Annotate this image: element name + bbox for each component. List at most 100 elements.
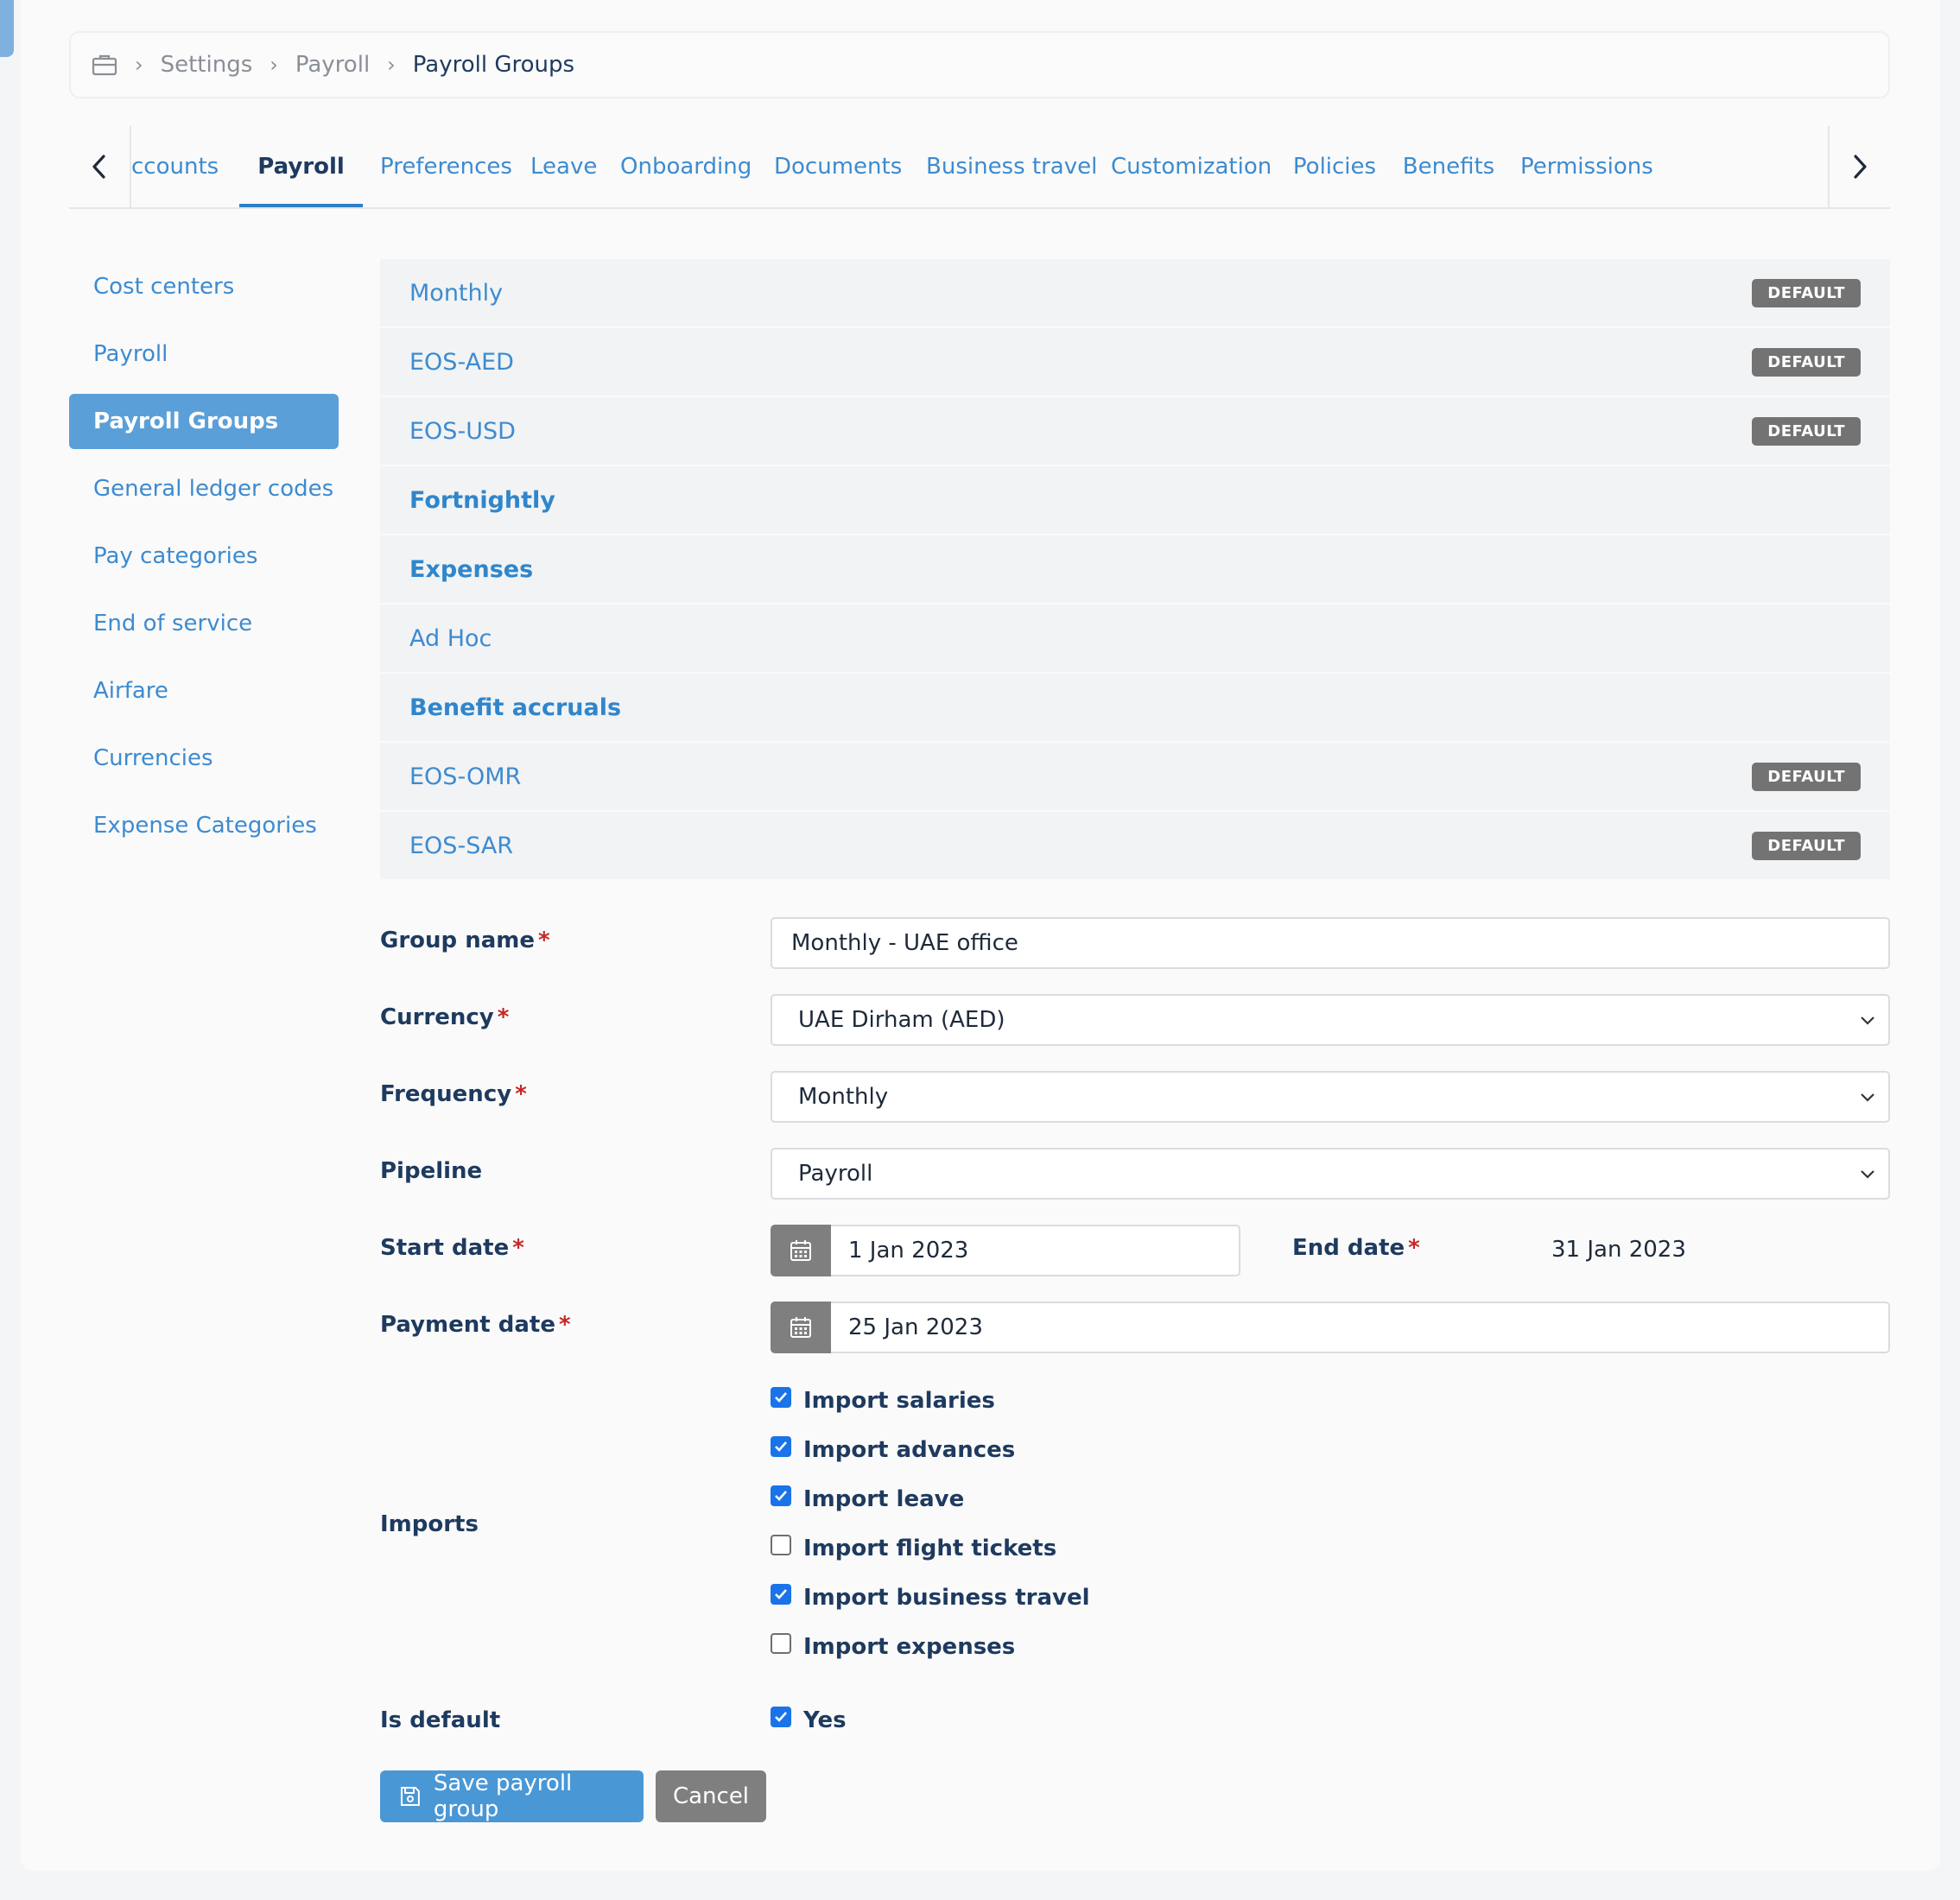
list-item[interactable]: EOS-OMR DEFAULT — [380, 743, 1890, 810]
list-item[interactable]: Monthly DEFAULT — [380, 259, 1890, 326]
import-flight-tickets-checkbox[interactable]: Import flight tickets — [771, 1535, 1056, 1561]
frequency-label: Frequency * — [380, 1081, 527, 1107]
start-date-label: Start date * — [380, 1235, 524, 1261]
payment-date-calendar-button[interactable] — [771, 1302, 831, 1353]
import-expenses-checkbox[interactable]: Import expenses — [771, 1633, 1015, 1660]
pipeline-value: Payroll — [798, 1161, 873, 1187]
list-item[interactable]: EOS-AED DEFAULT — [380, 328, 1890, 396]
group-name[interactable]: EOS-SAR — [409, 833, 513, 859]
chevron-right-icon: › — [387, 53, 396, 77]
checkbox[interactable] — [771, 1436, 791, 1457]
group-name[interactable]: Benefit accruals — [409, 694, 621, 721]
corner-tab — [0, 0, 14, 57]
sidebar-item-currencies[interactable]: Currencies — [69, 731, 339, 786]
sidebar-item-general-ledger-codes[interactable]: General ledger codes — [69, 461, 339, 516]
chevron-right-icon: › — [135, 53, 143, 77]
payment-date-value: 25 Jan 2023 — [848, 1314, 983, 1340]
sidebar-item-payroll-groups[interactable]: Payroll Groups — [69, 394, 339, 449]
briefcase-icon[interactable] — [92, 54, 117, 76]
import-advances-checkbox[interactable]: Import advances — [771, 1436, 1016, 1463]
sidebar-item-expense-categories[interactable]: Expense Categories — [69, 798, 339, 853]
checkmark-icon — [775, 1712, 787, 1722]
is-default-checkbox[interactable]: Yes — [771, 1707, 847, 1733]
tab-preferences[interactable]: Preferences — [380, 126, 512, 207]
frequency-select[interactable]: Monthly — [771, 1071, 1890, 1123]
currency-select[interactable]: UAE Dirham (AED) — [771, 994, 1890, 1046]
default-badge: DEFAULT — [1752, 762, 1861, 791]
tab-onboarding[interactable]: Onboarding — [620, 126, 752, 207]
breadcrumb-payroll-groups: Payroll Groups — [412, 52, 575, 78]
breadcrumb-payroll[interactable]: Payroll — [295, 52, 370, 78]
list-item[interactable]: Fortnightly — [380, 466, 1890, 534]
tab-payroll[interactable]: Payroll — [239, 126, 363, 207]
chevron-left-icon — [92, 155, 105, 179]
end-date-label: End date * — [1292, 1235, 1420, 1261]
checkbox[interactable] — [771, 1633, 791, 1654]
group-name[interactable]: EOS-AED — [409, 349, 514, 376]
list-item[interactable]: EOS-SAR DEFAULT — [380, 812, 1890, 879]
tabs-scroll-right-button[interactable] — [1828, 126, 1890, 207]
payroll-group-list: Monthly DEFAULT EOS-AED DEFAULT EOS-USD … — [380, 259, 1890, 881]
tabs-scroll-left-button[interactable] — [69, 126, 131, 207]
end-date-label-text: End date — [1292, 1235, 1405, 1261]
imports-label: Imports — [380, 1511, 479, 1537]
checkbox[interactable] — [771, 1584, 791, 1605]
frequency-value: Monthly — [798, 1084, 889, 1110]
required-mark: * — [497, 1004, 510, 1030]
required-mark: * — [515, 1081, 527, 1107]
checkbox[interactable] — [771, 1485, 791, 1506]
required-mark: * — [1408, 1235, 1420, 1261]
currency-label-text: Currency — [380, 1004, 494, 1030]
tab-documents[interactable]: Documents — [774, 126, 902, 207]
sidebar-item-pay-categories[interactable]: Pay categories — [69, 529, 339, 584]
start-date-calendar-button[interactable] — [771, 1225, 831, 1276]
checkbox[interactable] — [771, 1707, 791, 1727]
tab-permissions[interactable]: Permissions — [1520, 126, 1653, 207]
checkmark-icon — [775, 1392, 787, 1403]
checkmark-icon — [775, 1589, 787, 1599]
tab-policies[interactable]: Policies — [1292, 126, 1377, 207]
sidebar-item-cost-centers[interactable]: Cost centers — [69, 259, 339, 314]
import-leave-checkbox[interactable]: Import leave — [771, 1485, 964, 1512]
tab-benefits[interactable]: Benefits — [1401, 126, 1496, 207]
group-name[interactable]: EOS-USD — [409, 418, 516, 445]
tab-leave[interactable]: Leave — [530, 126, 597, 207]
save-icon — [400, 1787, 420, 1806]
group-name-input[interactable]: Monthly - UAE office — [771, 917, 1890, 969]
tab-accounts[interactable]: ccounts — [131, 126, 219, 207]
list-item[interactable]: EOS-USD DEFAULT — [380, 397, 1890, 465]
chevron-down-icon — [1861, 1093, 1874, 1102]
sidebar-item-payroll[interactable]: Payroll — [69, 326, 339, 382]
import-salaries-checkbox[interactable]: Import salaries — [771, 1387, 995, 1414]
list-item[interactable]: Expenses — [380, 535, 1890, 603]
chevron-down-icon — [1861, 1016, 1874, 1025]
currency-value: UAE Dirham (AED) — [798, 1007, 1005, 1033]
breadcrumb-settings[interactable]: Settings — [161, 52, 253, 78]
checkbox[interactable] — [771, 1387, 791, 1408]
tab-customization[interactable]: Customization — [1111, 126, 1272, 207]
import-salaries-label: Import salaries — [803, 1388, 995, 1414]
start-date-label-text: Start date — [380, 1235, 510, 1261]
cancel-button[interactable]: Cancel — [656, 1770, 766, 1822]
list-item[interactable]: Ad Hoc — [380, 605, 1890, 672]
start-date-input[interactable]: 1 Jan 2023 — [831, 1225, 1240, 1276]
group-name[interactable]: Fortnightly — [409, 487, 555, 514]
import-advances-label: Import advances — [803, 1437, 1016, 1463]
sidebar-item-end-of-service[interactable]: End of service — [69, 596, 339, 651]
tab-business-travel[interactable]: Business travel — [926, 126, 1097, 207]
group-name-label: Group name * — [380, 928, 550, 953]
required-mark: * — [512, 1235, 524, 1261]
payment-date-input[interactable]: 25 Jan 2023 — [831, 1302, 1890, 1353]
list-item[interactable]: Benefit accruals — [380, 674, 1890, 741]
default-badge: DEFAULT — [1752, 278, 1861, 307]
checkbox[interactable] — [771, 1535, 791, 1555]
save-payroll-group-button[interactable]: Save payroll group — [380, 1770, 644, 1822]
group-name[interactable]: Monthly — [409, 280, 503, 307]
group-name[interactable]: Expenses — [409, 556, 533, 583]
end-date-value: 31 Jan 2023 — [1551, 1237, 1686, 1263]
group-name[interactable]: EOS-OMR — [409, 763, 521, 790]
import-business-travel-checkbox[interactable]: Import business travel — [771, 1584, 1090, 1611]
group-name[interactable]: Ad Hoc — [409, 625, 492, 652]
pipeline-select[interactable]: Payroll — [771, 1148, 1890, 1200]
sidebar-item-airfare[interactable]: Airfare — [69, 663, 339, 719]
